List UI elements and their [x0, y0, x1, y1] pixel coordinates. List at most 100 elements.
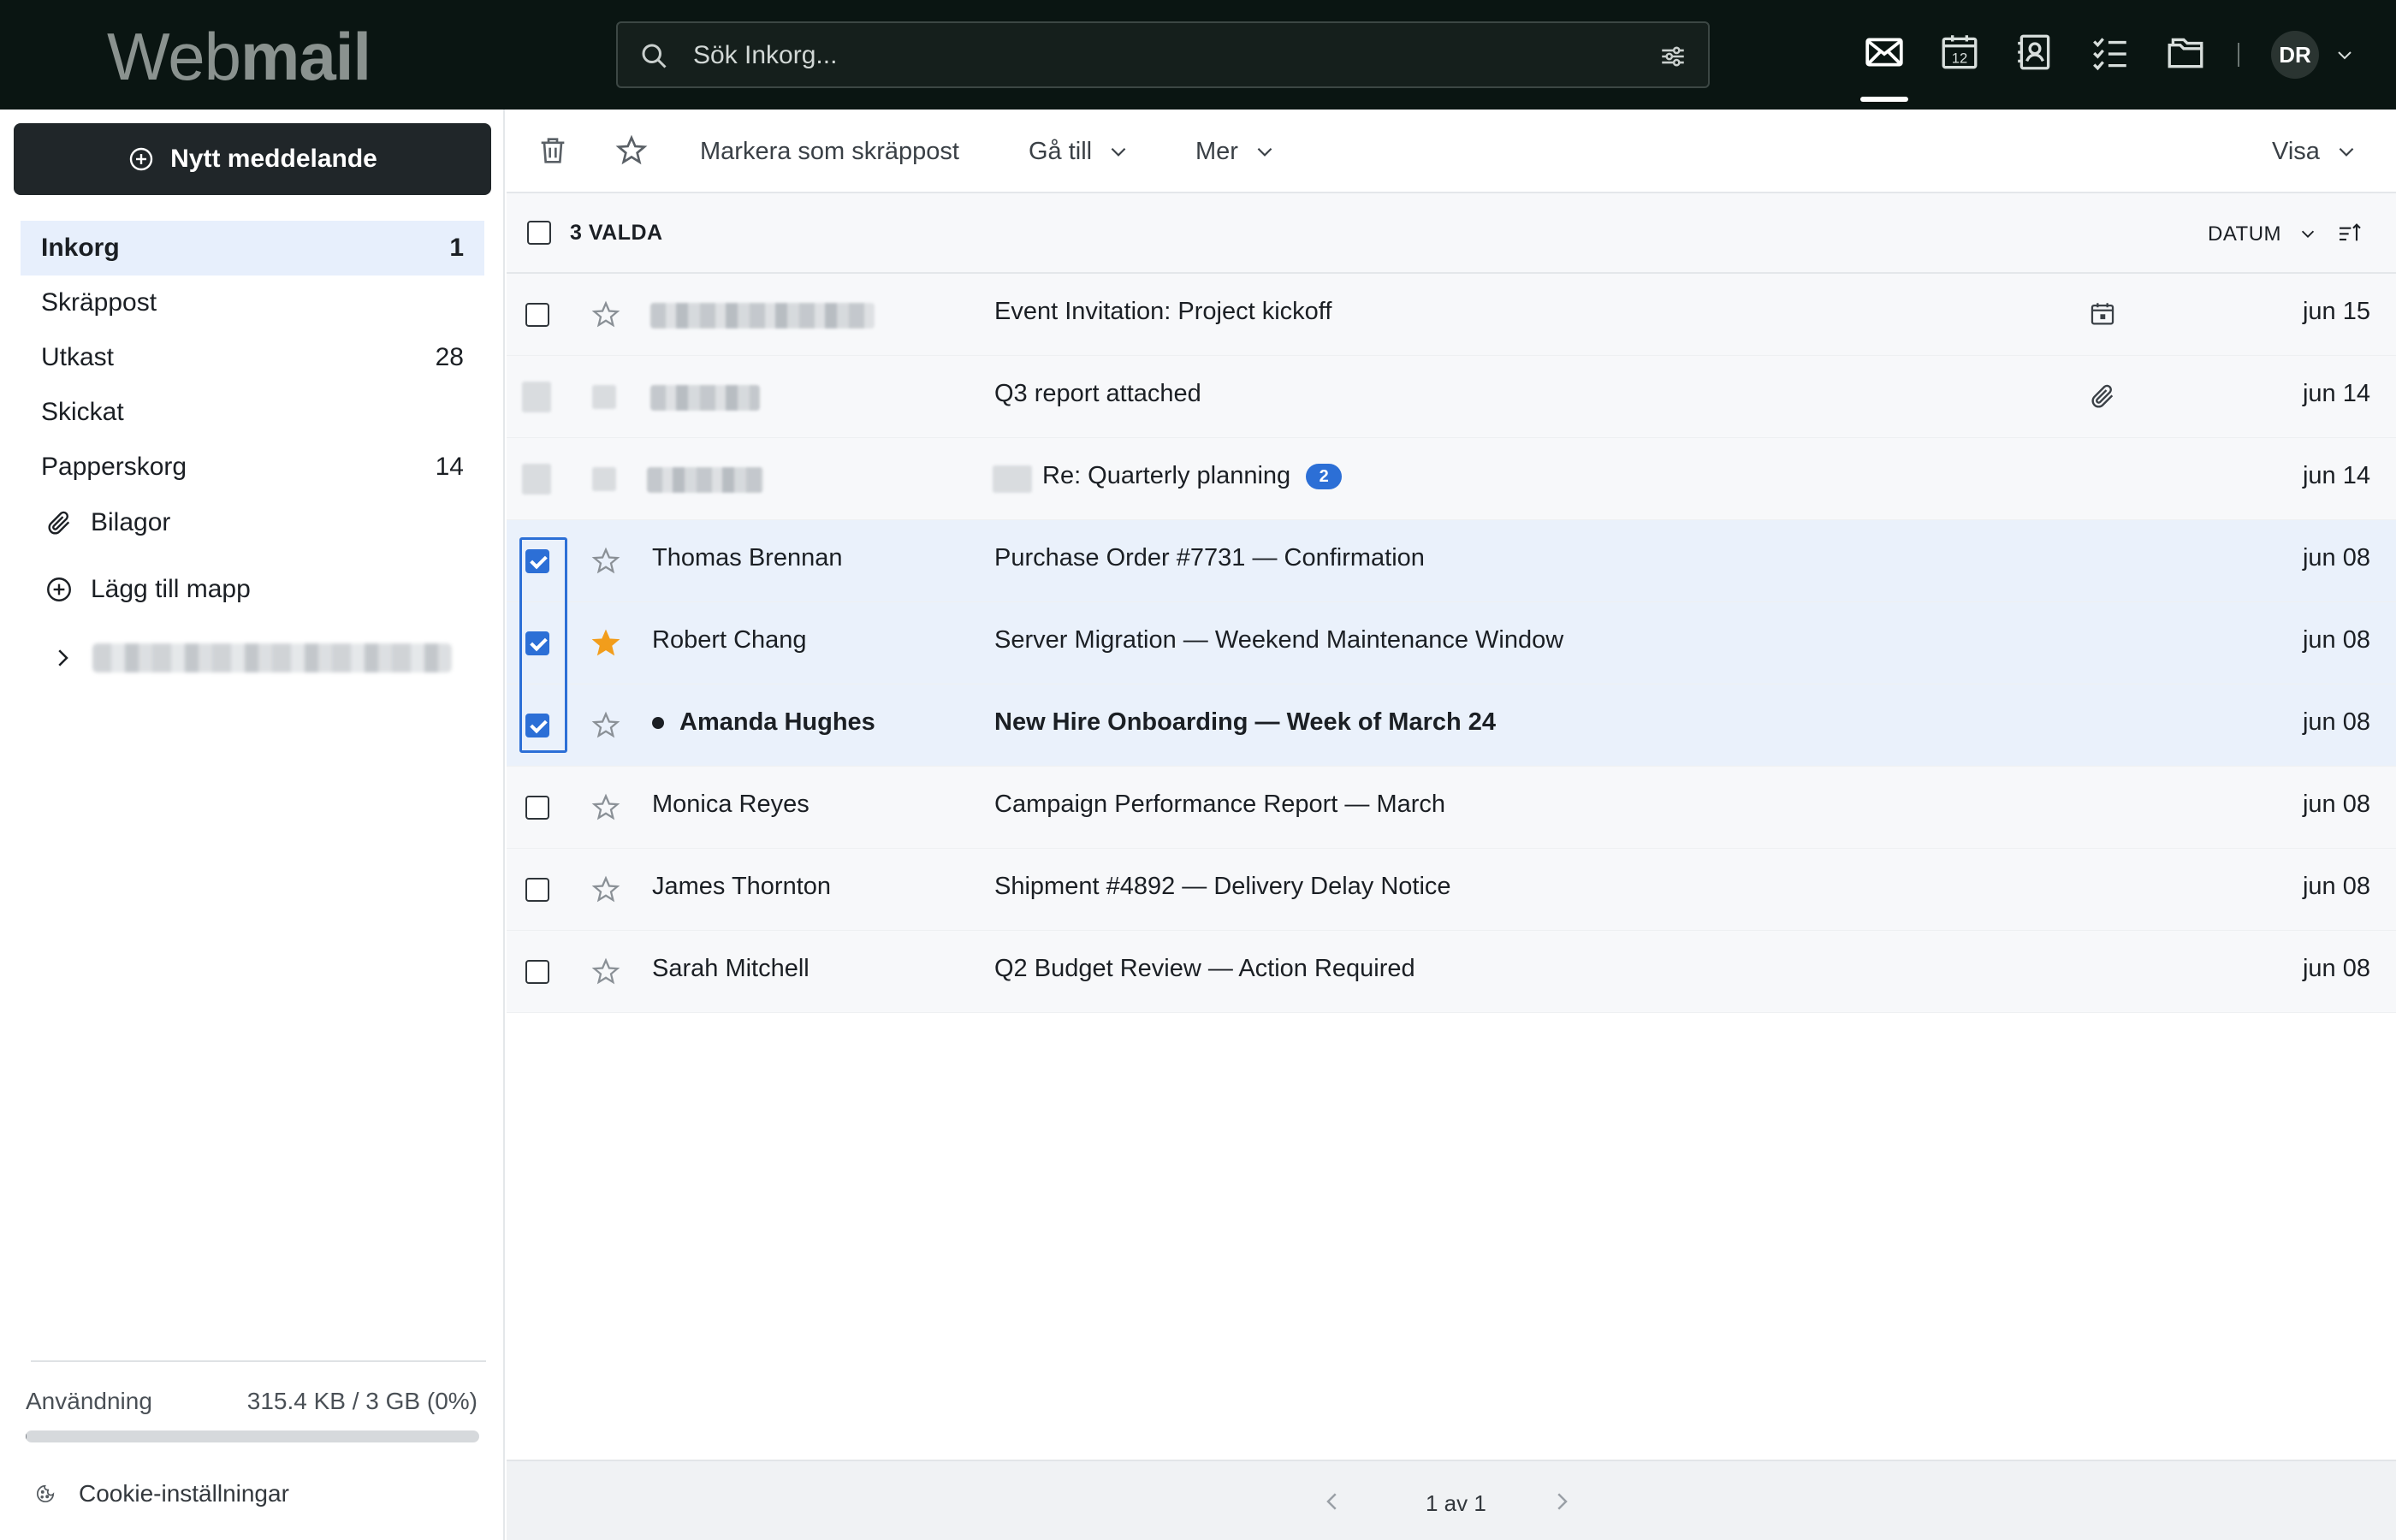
message-row[interactable]: Monica Reyes Campaign Performance Report… — [507, 767, 2396, 849]
folder-label: Skräppost — [41, 288, 157, 317]
divider — [31, 1360, 486, 1362]
cookie-settings-label: Cookie-inställningar — [79, 1480, 289, 1507]
chevron-down-icon — [2339, 147, 2354, 157]
star-icon[interactable] — [590, 710, 621, 741]
sender-redacted — [650, 385, 760, 411]
thread-count-redacted — [993, 465, 1032, 493]
search-input[interactable] — [693, 35, 1617, 76]
contacts-icon[interactable] — [2013, 31, 2056, 74]
sort-field-dropdown[interactable]: DATUM — [2208, 222, 2281, 246]
sidebar-item-attachments[interactable]: Bilagor — [44, 508, 170, 537]
message-sender: Robert Chang — [652, 626, 807, 654]
mark-as-spam-button[interactable]: Markera som skräppost — [700, 133, 959, 169]
topbar-divider — [2238, 43, 2239, 67]
chevron-down-icon — [1111, 147, 1126, 157]
cookie-settings-link[interactable]: Cookie-inställningar — [34, 1480, 289, 1507]
goto-dropdown[interactable]: Gå till — [1029, 133, 1130, 169]
folder-count: 14 — [435, 453, 464, 481]
star-icon[interactable] — [614, 133, 649, 168]
filter-settings-icon[interactable] — [1658, 42, 1687, 71]
folder-label: Skickat — [41, 398, 124, 426]
usage-value: 315.4 KB / 3 GB (0%) — [246, 1388, 477, 1414]
row-checkbox[interactable] — [525, 303, 549, 327]
star-redacted[interactable] — [592, 385, 616, 409]
selected-count-label: 3 VALDA — [570, 221, 663, 245]
message-row[interactable]: Amanda Hughes New Hire Onboarding — Week… — [507, 684, 2396, 767]
message-row[interactable]: Event Invitation: Project kickoff jun 15 — [507, 274, 2396, 356]
message-sender: Sarah Mitchell — [652, 955, 810, 982]
message-sender: Thomas Brennan — [652, 544, 843, 572]
pagination: 1 av 1 — [507, 1460, 2396, 1540]
custom-folder-redacted[interactable] — [92, 643, 452, 672]
cookie-icon — [36, 1484, 55, 1503]
message-row[interactable]: James Thornton Shipment #4892 — Delivery… — [507, 849, 2396, 931]
star-icon[interactable] — [590, 792, 621, 823]
files-icon[interactable] — [2164, 31, 2207, 74]
row-checkbox[interactable] — [525, 796, 549, 820]
chevron-right-icon[interactable] — [1549, 1489, 1575, 1514]
star-icon[interactable] — [590, 874, 621, 905]
folder-count: 1 — [449, 234, 464, 262]
row-checkbox[interactable] — [525, 714, 549, 737]
row-checkbox[interactable] — [525, 631, 549, 655]
add-folder-label: Lägg till mapp — [91, 575, 251, 603]
sidebar-item-spam[interactable]: Skräppost — [21, 275, 484, 330]
star-filled-icon[interactable] — [590, 628, 621, 659]
mail-icon[interactable] — [1863, 31, 1906, 74]
calendar-icon[interactable]: 12 — [1938, 31, 1981, 74]
chevron-down-icon[interactable] — [2298, 224, 2317, 243]
sort-order-icon[interactable] — [2336, 219, 2363, 246]
message-row[interactable]: Q3 report attached jun 14 — [507, 356, 2396, 438]
more-dropdown[interactable]: Mer — [1195, 133, 1276, 169]
sender-redacted — [647, 467, 763, 493]
add-folder-button[interactable]: Lägg till mapp — [44, 575, 251, 604]
select-all-checkbox[interactable] — [527, 221, 551, 245]
row-checkbox[interactable] — [525, 960, 549, 984]
star-icon[interactable] — [590, 299, 621, 330]
calendar-icon — [2091, 303, 2114, 325]
message-date: jun 08 — [2302, 873, 2370, 900]
message-date: jun 08 — [2302, 544, 2370, 572]
message-sender: Monica Reyes — [652, 791, 810, 818]
sidebar-item-inbox[interactable]: Inkorg 1 — [21, 221, 484, 275]
message-subject: Purchase Order #7731 — Confirmation — [994, 544, 1425, 572]
view-dropdown[interactable]: Visa — [2272, 133, 2357, 169]
message-date: jun 08 — [2302, 626, 2370, 654]
message-sender: James Thornton — [652, 873, 832, 900]
message-date: jun 08 — [2302, 791, 2370, 818]
star-redacted[interactable] — [592, 467, 616, 491]
plus-circle-icon — [47, 578, 71, 601]
trash-icon[interactable] — [536, 133, 570, 168]
sidebar-item-sent[interactable]: Skickat — [21, 385, 484, 440]
new-message-button[interactable]: Nytt meddelande — [14, 123, 491, 195]
usage-progress-fill — [26, 1430, 27, 1442]
chevron-left-icon[interactable] — [1320, 1489, 1345, 1514]
sidebar: Nytt meddelande Inkorg 1 Skräppost Utkas… — [0, 110, 505, 1540]
paperclip-icon — [48, 511, 70, 535]
usage-label: Användning — [26, 1388, 152, 1414]
sidebar-item-drafts[interactable]: Utkast 28 — [21, 330, 484, 385]
message-row[interactable]: Re: Quarterly planning 2 jun 14 — [507, 438, 2396, 520]
row-checkbox[interactable] — [525, 878, 549, 902]
chevron-down-icon[interactable] — [2334, 44, 2355, 65]
chevron-right-icon[interactable] — [50, 645, 75, 671]
chevron-down-icon — [1257, 147, 1272, 157]
sender-redacted — [650, 303, 875, 329]
star-icon[interactable] — [590, 957, 621, 987]
star-icon[interactable] — [590, 546, 621, 577]
checkbox-redacted[interactable] — [522, 464, 551, 495]
message-row[interactable]: Thomas Brennan Purchase Order #7731 — Co… — [507, 520, 2396, 602]
message-row[interactable]: Sarah Mitchell Q2 Budget Review — Action… — [507, 931, 2396, 1013]
message-row[interactable]: Robert Chang Server Migration — Weekend … — [507, 602, 2396, 684]
active-app-indicator — [1860, 97, 1908, 102]
tasks-icon[interactable] — [2089, 31, 2132, 74]
page-indicator: 1 av 1 — [1426, 1490, 1486, 1516]
message-date: jun 08 — [2302, 708, 2370, 736]
message-date: jun 14 — [2302, 380, 2370, 407]
checkbox-redacted[interactable] — [522, 382, 551, 412]
row-checkbox[interactable] — [525, 549, 549, 573]
app-logo[interactable]: Webmail — [107, 19, 371, 94]
sidebar-item-trash[interactable]: Papperskorg 14 — [21, 440, 484, 495]
avatar[interactable]: DR — [2271, 31, 2319, 79]
list-header: 3 VALDA DATUM — [507, 193, 2396, 274]
